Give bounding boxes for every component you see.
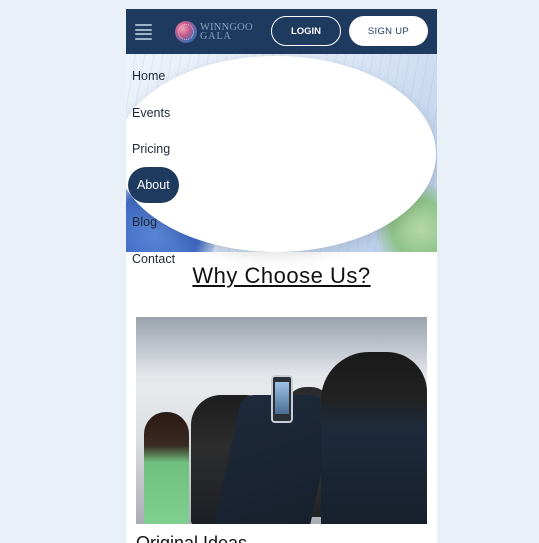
globe-icon <box>175 21 197 43</box>
mobile-page: WINNGOO GALA LOGIN SIGN UP Home Events P… <box>126 9 437 543</box>
logo-text-line2: GALA <box>200 31 232 42</box>
event-photo <box>136 317 427 524</box>
card-title: Original Ideas <box>136 533 248 543</box>
nav-item-home[interactable]: Home <box>132 69 165 83</box>
nav-item-pricing[interactable]: Pricing <box>132 142 170 156</box>
hamburger-menu-icon[interactable] <box>135 24 152 40</box>
top-header: WINNGOO GALA LOGIN SIGN UP <box>126 9 437 54</box>
smartphone-icon <box>271 375 293 423</box>
login-button[interactable]: LOGIN <box>271 16 341 46</box>
signup-button[interactable]: SIGN UP <box>349 16 428 46</box>
nav-item-events[interactable]: Events <box>132 106 170 120</box>
nav-item-about[interactable]: About <box>128 167 179 203</box>
circular-nav-menu <box>126 56 436 252</box>
brand-logo[interactable]: WINNGOO GALA <box>175 19 253 45</box>
section-title: Why Choose Us? <box>192 263 371 288</box>
nav-item-blog[interactable]: Blog <box>132 215 157 229</box>
